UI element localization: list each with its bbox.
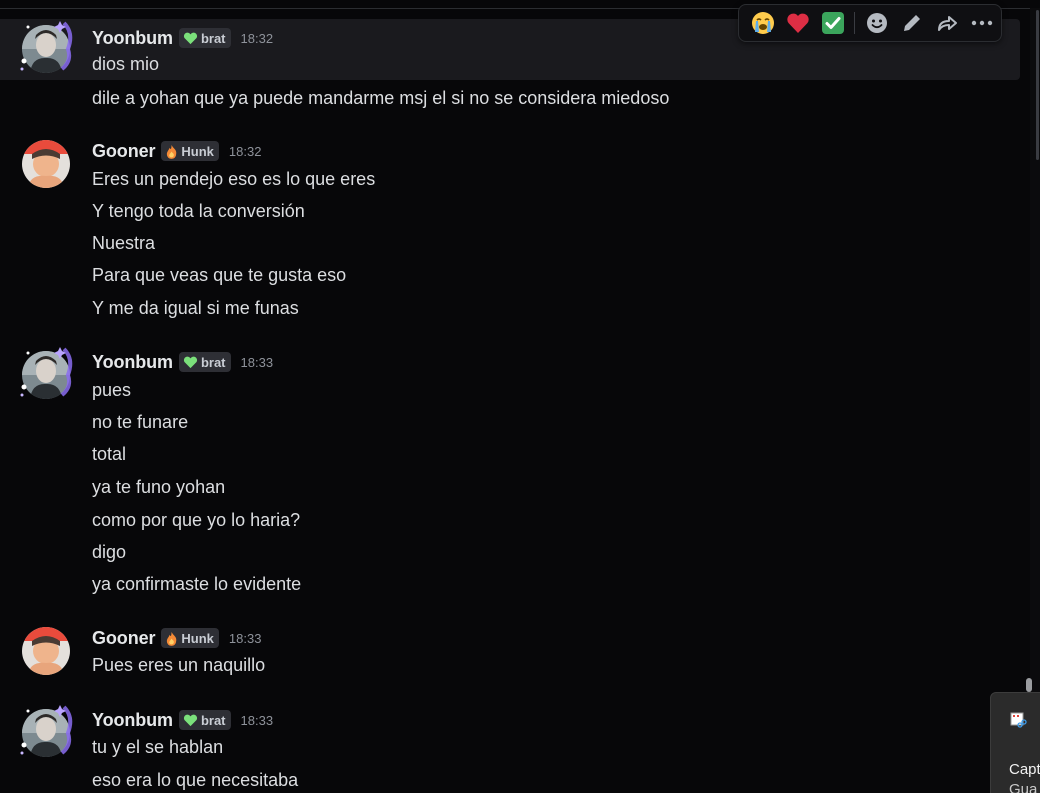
- timestamp[interactable]: 18:33: [241, 713, 274, 728]
- guild-tag[interactable]: brat: [178, 28, 231, 48]
- message-header: Gooner Hunk 18:32: [92, 140, 261, 162]
- timestamp[interactable]: 18:32: [229, 144, 262, 159]
- message-text: dios mio: [92, 54, 160, 74]
- reaction-heart-button[interactable]: [780, 7, 815, 39]
- scrollbar-handle[interactable]: [1026, 678, 1032, 692]
- avatar[interactable]: [16, 621, 76, 681]
- message-text: Pues eres un naquillo: [92, 655, 266, 675]
- message-text: Y me da igual si me funas: [92, 298, 299, 318]
- timestamp[interactable]: 18:33: [229, 631, 262, 646]
- reaction-loudly-crying-button[interactable]: [745, 7, 780, 39]
- username[interactable]: Gooner: [92, 628, 156, 649]
- guild-tag[interactable]: Hunk: [161, 141, 219, 161]
- notification-subtitle: Gua: [1009, 781, 1038, 793]
- message-text: eso era lo que necesitaba: [92, 770, 299, 790]
- loudly-crying-face-icon: [751, 12, 774, 34]
- flame-icon: [167, 631, 177, 646]
- green-heart-icon: [183, 32, 198, 44]
- avatar[interactable]: [16, 345, 76, 405]
- avatar[interactable]: [16, 134, 76, 194]
- username[interactable]: Gooner: [92, 141, 156, 162]
- timestamp[interactable]: 18:33: [241, 355, 274, 370]
- guild-tag[interactable]: Hunk: [161, 628, 219, 648]
- timestamp[interactable]: 18:32: [241, 31, 274, 46]
- check-mark-icon: [821, 12, 844, 34]
- message-header: Gooner Hunk 18:33: [92, 627, 261, 649]
- message-text: digo: [92, 542, 127, 562]
- message-header: Yoonbum brat 18:32: [92, 27, 273, 49]
- username[interactable]: Yoonbum: [92, 352, 173, 373]
- more-icon: [971, 20, 992, 26]
- green-heart-icon: [183, 714, 198, 726]
- forward-icon: [937, 16, 957, 31]
- message-text: Nuestra: [92, 233, 156, 253]
- forward-button[interactable]: [929, 7, 964, 39]
- avatar-image: [22, 627, 70, 675]
- message-header: Yoonbum brat 18:33: [92, 351, 273, 373]
- username[interactable]: Yoonbum: [92, 28, 173, 49]
- message-text: Y tengo toda la conversión: [92, 201, 305, 221]
- message-text: no te funare: [92, 412, 189, 432]
- guild-tag[interactable]: brat: [178, 352, 231, 372]
- snipping-tool-icon: [1010, 712, 1027, 728]
- avatar-image: [22, 709, 70, 757]
- message-text: Eres un pendejo eso es lo que eres: [92, 169, 376, 189]
- message-text: dile a yohan que ya puede mandarme msj e…: [92, 88, 670, 108]
- username[interactable]: Yoonbum: [92, 710, 173, 731]
- message-text: tu y el se hablan: [92, 737, 224, 757]
- message-text: Para que veas que te gusta eso: [92, 265, 347, 285]
- red-heart-icon: [786, 13, 809, 33]
- toolbar-divider: [854, 12, 855, 34]
- notification-title: Capt: [1009, 761, 1040, 778]
- reaction-check-button[interactable]: [815, 7, 850, 39]
- green-heart-icon: [183, 356, 198, 368]
- avatar-image: [22, 140, 70, 188]
- message-header: Yoonbum brat 18:33: [92, 709, 273, 731]
- scrollbar-thumb[interactable]: [1036, 10, 1039, 160]
- message-text: pues: [92, 380, 132, 400]
- avatar-image: [22, 25, 70, 73]
- message-text: ya confirmaste lo evidente: [92, 574, 302, 594]
- message-text: como por que yo lo haria?: [92, 510, 301, 530]
- more-options-button[interactable]: [964, 7, 999, 39]
- edit-button[interactable]: [894, 7, 929, 39]
- message-actions-toolbar: [738, 4, 1002, 42]
- snip-notification[interactable]: Capt Gua: [990, 692, 1040, 793]
- message-text: ya te funo yohan: [92, 477, 226, 497]
- message-list[interactable]: Yoonbum brat 18:32 dios mio dile a yohan…: [0, 0, 1030, 793]
- flame-icon: [167, 144, 177, 159]
- message-text: total: [92, 444, 127, 464]
- avatar-image: [22, 351, 70, 399]
- avatar[interactable]: [16, 19, 76, 79]
- add-reaction-button[interactable]: [859, 7, 894, 39]
- avatar[interactable]: [16, 703, 76, 763]
- add-reaction-icon: [866, 13, 887, 33]
- edit-icon: [903, 15, 920, 31]
- guild-tag[interactable]: brat: [178, 710, 231, 730]
